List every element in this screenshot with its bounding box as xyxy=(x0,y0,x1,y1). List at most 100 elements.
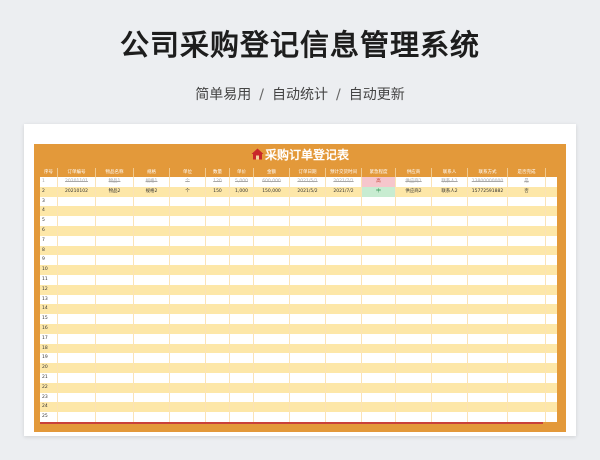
table-cell-price[interactable] xyxy=(230,206,254,217)
table-cell-idx[interactable]: 17 xyxy=(40,333,58,344)
table-cell-amount[interactable] xyxy=(254,245,290,256)
table-cell-price[interactable]: 1,000 xyxy=(230,186,254,197)
table-cell-due[interactable] xyxy=(326,353,362,364)
table-cell-idx[interactable]: 1 xyxy=(40,177,58,187)
table-cell-phone[interactable] xyxy=(468,323,508,334)
table-cell-idx[interactable]: 25 xyxy=(40,412,58,422)
table-cell-supplier[interactable] xyxy=(396,196,432,207)
table-cell-item[interactable] xyxy=(96,412,134,422)
table-cell-qty[interactable] xyxy=(206,314,230,324)
table-cell-idx[interactable]: 18 xyxy=(40,343,58,354)
table-cell-phone[interactable]: 13800000000 xyxy=(468,177,508,187)
table-cell-order-date[interactable] xyxy=(290,314,326,324)
table-row[interactable]: 10 xyxy=(40,265,557,275)
table-cell-phone[interactable] xyxy=(468,333,508,344)
table-cell-order-no[interactable] xyxy=(58,402,96,413)
table-cell-qty[interactable] xyxy=(206,333,230,344)
table-cell-order-date[interactable] xyxy=(290,196,326,207)
table-cell-amount[interactable] xyxy=(254,323,290,334)
table-cell-price[interactable] xyxy=(230,392,254,403)
table-cell-done[interactable] xyxy=(508,333,546,344)
table-cell-amount[interactable] xyxy=(254,235,290,246)
table-cell-idx[interactable]: 19 xyxy=(40,353,58,364)
table-cell-due[interactable] xyxy=(326,323,362,334)
table-row[interactable]: 12 xyxy=(40,284,557,295)
table-cell-item[interactable] xyxy=(96,314,134,324)
table-cell-contact[interactable] xyxy=(432,323,468,334)
table-cell-priority[interactable] xyxy=(362,372,396,383)
table-cell-order-date[interactable] xyxy=(290,402,326,413)
table-cell-price[interactable] xyxy=(230,323,254,334)
table-cell-qty[interactable] xyxy=(206,235,230,246)
table-row[interactable]: 11 xyxy=(40,274,557,285)
table-cell-done[interactable] xyxy=(508,284,546,295)
table-cell-priority[interactable] xyxy=(362,353,396,364)
table-cell-done[interactable] xyxy=(508,225,546,236)
table-cell-item[interactable] xyxy=(96,304,134,315)
table-cell-order-date[interactable] xyxy=(290,274,326,285)
table-cell-order-date[interactable] xyxy=(290,382,326,393)
table-cell-price[interactable] xyxy=(230,284,254,295)
table-cell-spec[interactable] xyxy=(134,294,170,305)
table-cell-spec[interactable] xyxy=(134,392,170,403)
table-cell-due[interactable] xyxy=(326,235,362,246)
table-cell-contact[interactable] xyxy=(432,225,468,236)
table-cell-due[interactable] xyxy=(326,196,362,207)
table-cell-amount[interactable] xyxy=(254,294,290,305)
table-cell-due[interactable] xyxy=(326,304,362,315)
table-cell-item[interactable] xyxy=(96,402,134,413)
table-cell-phone[interactable] xyxy=(468,343,508,354)
table-cell-unit[interactable] xyxy=(170,225,206,236)
table-cell-done[interactable] xyxy=(508,363,546,373)
table-cell-supplier[interactable] xyxy=(396,206,432,217)
table-cell-price[interactable] xyxy=(230,216,254,226)
table-cell-done[interactable] xyxy=(508,304,546,315)
table-cell-price[interactable] xyxy=(230,314,254,324)
table-cell-idx[interactable]: 2 xyxy=(40,186,58,197)
table-cell-priority[interactable] xyxy=(362,206,396,217)
table-cell-supplier[interactable] xyxy=(396,353,432,364)
table-cell-order-no[interactable]: 20210102 xyxy=(58,186,96,197)
table-cell-phone[interactable] xyxy=(468,353,508,364)
table-cell-priority[interactable] xyxy=(362,265,396,275)
table-cell-unit[interactable]: 个 xyxy=(170,177,206,187)
table-cell-order-date[interactable] xyxy=(290,343,326,354)
table-cell-order-no[interactable] xyxy=(58,372,96,383)
table-row[interactable]: 13 xyxy=(40,294,557,305)
table-cell-order-date[interactable] xyxy=(290,255,326,266)
table-cell-order-no[interactable] xyxy=(58,382,96,393)
table-cell-spec[interactable] xyxy=(134,274,170,285)
table-cell-done[interactable]: 是 xyxy=(508,177,546,187)
table-cell-contact[interactable] xyxy=(432,245,468,256)
table-cell-priority[interactable] xyxy=(362,363,396,373)
table-cell-supplier[interactable] xyxy=(396,225,432,236)
table-cell-amount[interactable] xyxy=(254,412,290,422)
table-cell-item[interactable] xyxy=(96,382,134,393)
table-cell-amount[interactable] xyxy=(254,333,290,344)
table-cell-item[interactable] xyxy=(96,333,134,344)
table-cell-order-date[interactable] xyxy=(290,225,326,236)
table-row[interactable]: 1 20201101 物品1 规格1 个 120 5,000 600,000 2021/5/1 2… xyxy=(40,177,557,187)
table-cell-contact[interactable] xyxy=(432,196,468,207)
table-cell-item[interactable] xyxy=(96,255,134,266)
table-row[interactable]: 25 xyxy=(40,412,557,422)
table-cell-price[interactable] xyxy=(230,196,254,207)
table-row[interactable]: 19 xyxy=(40,353,557,364)
table-cell-spec[interactable] xyxy=(134,343,170,354)
table-cell-order-no[interactable] xyxy=(58,274,96,285)
table-cell-item[interactable] xyxy=(96,363,134,373)
table-row[interactable]: 7 xyxy=(40,235,557,246)
table-cell-spec[interactable] xyxy=(134,333,170,344)
table-cell-amount[interactable] xyxy=(254,343,290,354)
table-cell-supplier[interactable] xyxy=(396,392,432,403)
table-cell-due[interactable] xyxy=(326,402,362,413)
table-row[interactable]: 5 xyxy=(40,216,557,226)
table-cell-due[interactable] xyxy=(326,274,362,285)
table-cell-qty[interactable] xyxy=(206,363,230,373)
table-cell-idx[interactable]: 24 xyxy=(40,402,58,413)
table-cell-phone[interactable] xyxy=(468,225,508,236)
table-cell-qty[interactable] xyxy=(206,225,230,236)
table-cell-supplier[interactable]: 供应商1 xyxy=(396,177,432,187)
table-cell-due[interactable] xyxy=(326,333,362,344)
table-cell-item[interactable]: 物品1 xyxy=(96,177,134,187)
